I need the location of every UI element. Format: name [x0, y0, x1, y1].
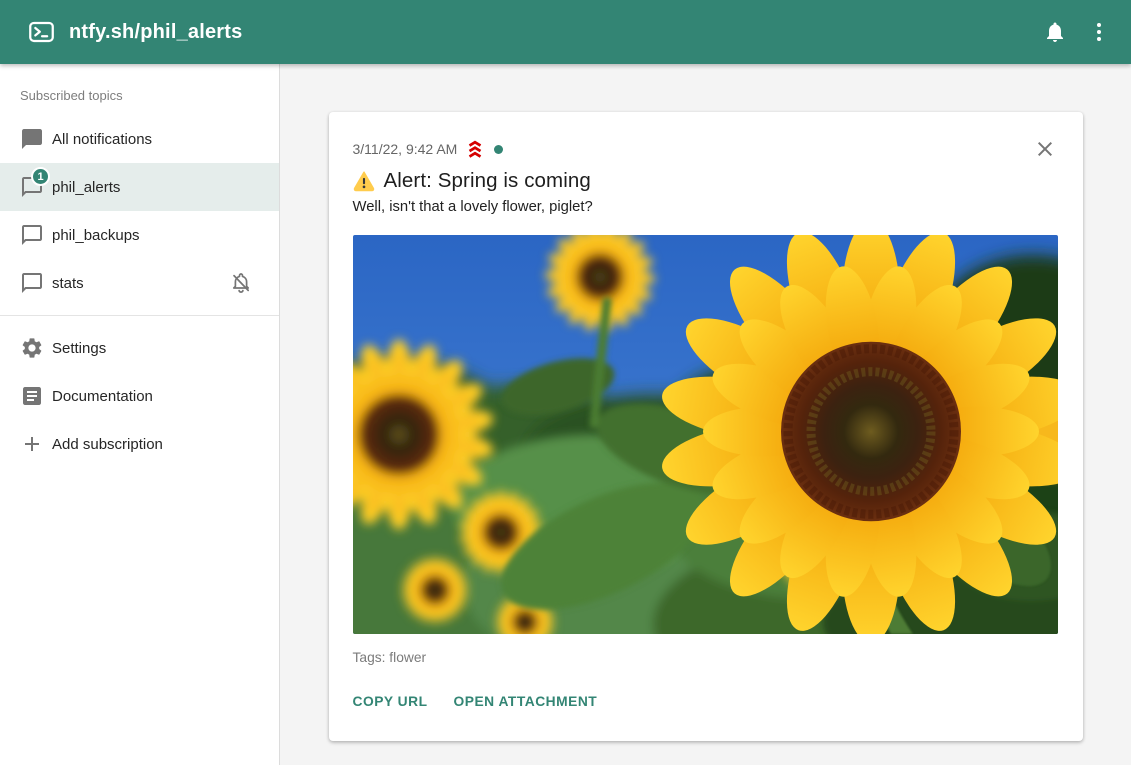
document-icon [20, 384, 44, 408]
priority-max-icon [463, 138, 487, 160]
bell-off-icon [229, 271, 253, 295]
sidebar-item-add-subscription[interactable]: Add subscription [0, 420, 279, 468]
sidebar-item-documentation[interactable]: Documentation [0, 372, 279, 420]
overflow-menu-button[interactable] [1077, 10, 1121, 54]
chat-bubble-outline-icon [20, 271, 44, 295]
page-title: ntfy.sh/phil_alerts [69, 21, 242, 44]
unread-count-badge: 1 [31, 167, 50, 186]
sidebar-item-phil-backups[interactable]: phil_backups [0, 211, 279, 259]
close-icon [1033, 137, 1057, 161]
copy-url-button[interactable]: COPY URL [353, 692, 428, 711]
notification-title-row: Alert: Spring is coming [353, 169, 1059, 193]
notification-timestamp: 3/11/22, 9:42 AM [353, 141, 458, 157]
subscribed-topics-label: Subscribed topics [0, 88, 279, 115]
unread-dot [494, 145, 503, 154]
sidebar-item-label: Settings [52, 340, 106, 357]
attachment-image[interactable] [353, 235, 1058, 634]
sidebar: Subscribed topics All notifications 1 ph… [0, 64, 280, 765]
warning-icon [353, 170, 375, 192]
kebab-menu-icon [1087, 20, 1111, 44]
bell-icon [1043, 20, 1067, 44]
sidebar-item-label: stats [52, 275, 84, 292]
notifications-button[interactable] [1033, 10, 1077, 54]
main-area: 3/11/22, 9:42 AM Alert: Spring is comi [280, 64, 1131, 765]
app-bar: ntfy.sh/phil_alerts [0, 0, 1131, 64]
sidebar-item-label: All notifications [52, 131, 152, 148]
chat-bubble-filled-icon [20, 127, 44, 151]
sidebar-item-label: Documentation [52, 388, 153, 405]
close-notification-button[interactable] [1031, 136, 1059, 164]
sidebar-item-label: Add subscription [52, 436, 163, 453]
sidebar-item-stats[interactable]: stats [0, 259, 279, 307]
notification-title: Alert: Spring is coming [384, 169, 591, 193]
notification-card: 3/11/22, 9:42 AM Alert: Spring is comi [329, 112, 1083, 741]
gear-icon [20, 336, 44, 360]
sidebar-item-settings[interactable]: Settings [0, 324, 279, 372]
sidebar-item-label: phil_backups [52, 227, 140, 244]
sidebar-item-phil-alerts[interactable]: 1 phil_alerts [0, 163, 279, 211]
chat-bubble-outline-icon: 1 [20, 175, 44, 199]
notification-tags: Tags: flower [353, 650, 1059, 665]
notification-meta: 3/11/22, 9:42 AM [353, 138, 1059, 160]
sidebar-item-all-notifications[interactable]: All notifications [0, 115, 279, 163]
open-attachment-button[interactable]: OPEN ATTACHMENT [454, 692, 598, 711]
ntfy-app: ntfy.sh/phil_alerts Subscribed topics Al… [0, 0, 1131, 765]
notification-actions: COPY URL OPEN ATTACHMENT [353, 692, 1059, 711]
sidebar-divider [0, 315, 279, 316]
notification-body: Well, isn't that a lovely flower, piglet… [353, 199, 1059, 215]
terminal-icon [28, 19, 55, 46]
chat-bubble-outline-icon [20, 223, 44, 247]
sidebar-item-label: phil_alerts [52, 179, 120, 196]
plus-icon [20, 432, 44, 456]
